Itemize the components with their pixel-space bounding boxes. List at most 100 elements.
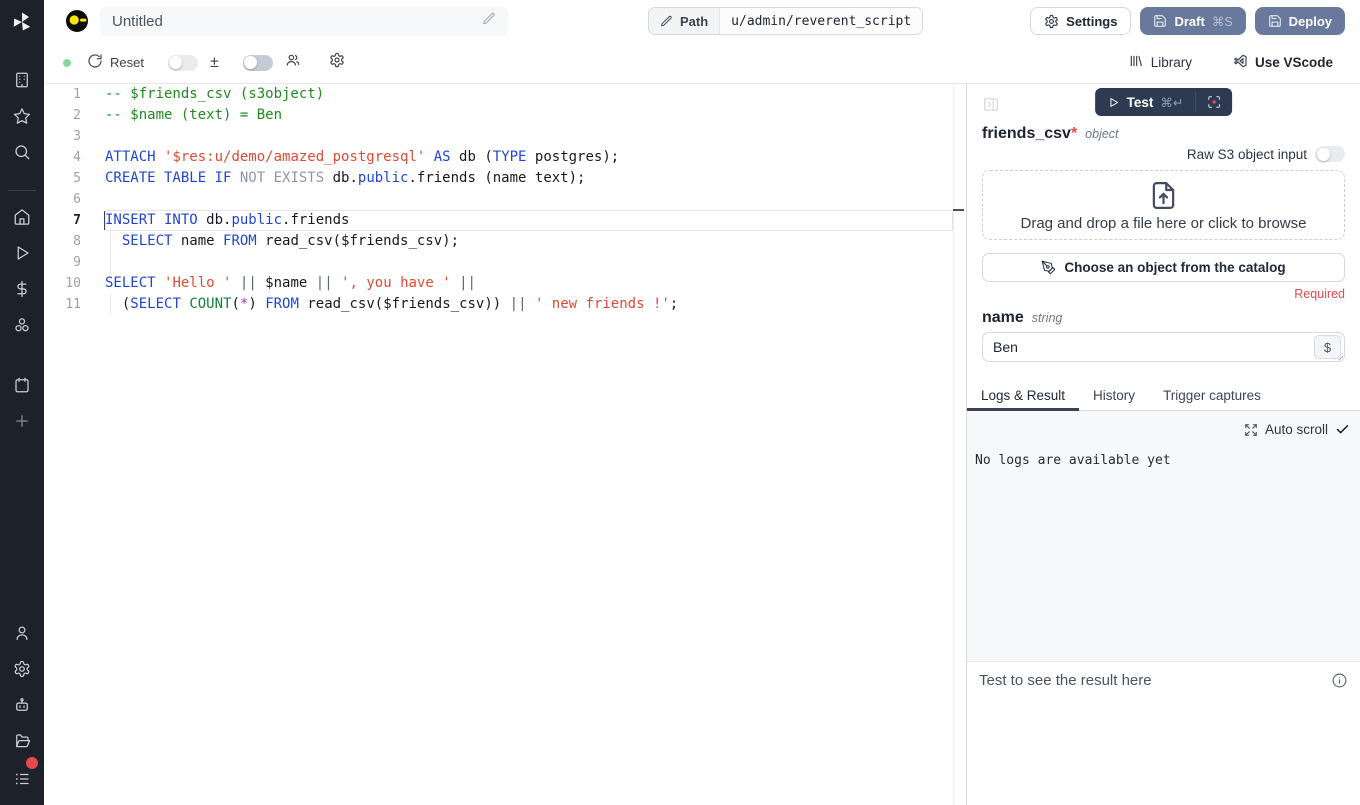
- editor-settings-gear-icon[interactable]: [329, 52, 345, 73]
- raw-s3-toggle[interactable]: [1315, 146, 1345, 162]
- tab-logs-result[interactable]: Logs & Result: [967, 388, 1079, 410]
- home-icon[interactable]: [13, 208, 31, 226]
- line-number: 1: [44, 84, 105, 105]
- code-line[interactable]: 6: [44, 189, 966, 210]
- code-line[interactable]: 10SELECT 'Hello ' || $name || ', you hav…: [44, 273, 966, 294]
- tab-trigger-captures[interactable]: Trigger captures: [1149, 388, 1275, 410]
- choose-object-button[interactable]: Choose an object from the catalog: [982, 253, 1345, 282]
- users-icon[interactable]: [285, 52, 301, 73]
- user-icon[interactable]: [13, 624, 31, 642]
- code-text: SELECT 'Hello ' || $name || ', you have …: [105, 273, 476, 294]
- code-line[interactable]: 8 SELECT name FROM read_csv($friends_csv…: [44, 231, 966, 252]
- script-title: Untitled: [112, 13, 163, 30]
- editor-overview-ruler[interactable]: [953, 84, 966, 805]
- raw-s3-label: Raw S3 object input: [1187, 147, 1307, 162]
- workspace-icon[interactable]: [13, 71, 31, 89]
- variables-dollar-icon[interactable]: [13, 280, 31, 298]
- code-text: (SELECT COUNT(*) FROM read_csv($friends_…: [105, 294, 678, 315]
- use-vscode-button[interactable]: Use VScode: [1232, 53, 1333, 72]
- code-line[interactable]: 11 (SELECT COUNT(*) FROM read_csv($frien…: [44, 294, 966, 315]
- main-area: Untitled Path u/admin/reverent_script Se…: [44, 0, 1360, 805]
- content-area: 1-- $friends_csv (s3object)2-- $name (te…: [44, 84, 1360, 805]
- tab-history[interactable]: History: [1079, 388, 1149, 410]
- capture-test-icon[interactable]: [1196, 88, 1232, 116]
- choose-object-label: Choose an object from the catalog: [1064, 260, 1285, 275]
- library-button[interactable]: Library: [1128, 53, 1192, 72]
- auto-scroll-control[interactable]: Auto scroll: [1244, 422, 1350, 437]
- favorites-star-icon[interactable]: [13, 107, 31, 125]
- vscode-label: Use VScode: [1255, 55, 1333, 70]
- folders-icon[interactable]: [13, 732, 31, 750]
- path-edit-button[interactable]: Path: [649, 8, 719, 34]
- schedules-calendar-icon[interactable]: [13, 376, 31, 394]
- script-title-field[interactable]: Untitled: [100, 6, 508, 36]
- play-icon: [1107, 96, 1120, 109]
- no-logs-text: No logs are available yet: [975, 453, 1171, 468]
- code-line[interactable]: 4ATTACH '$res:u/demo/amazed_postgresql' …: [44, 147, 966, 168]
- code-text: -- $friends_csv (s3object): [105, 84, 324, 105]
- duckdb-language-icon: [65, 9, 89, 33]
- topbar-actions: Settings Draft ⌘S Deploy: [1030, 7, 1345, 35]
- code-line[interactable]: 1-- $friends_csv (s3object): [44, 84, 966, 105]
- add-plus-icon[interactable]: [13, 412, 31, 430]
- audit-logs-list-icon[interactable]: [13, 770, 31, 788]
- arguments-form: friends_csv* object Raw S3 object input …: [967, 120, 1360, 362]
- code-line[interactable]: 3: [44, 126, 966, 147]
- reset-button[interactable]: Reset: [87, 53, 144, 72]
- editor-toolbar: Reset ± Library Use VScode: [44, 42, 1360, 84]
- variable-dollar-button[interactable]: $: [1314, 335, 1341, 359]
- code-text: ATTACH '$res:u/demo/amazed_postgresql' A…: [105, 147, 619, 168]
- right-panel: Test ⌘↵ friends_csv* object: [967, 84, 1360, 805]
- test-button[interactable]: Test ⌘↵: [1095, 88, 1196, 116]
- ai-robot-icon[interactable]: [13, 696, 31, 714]
- settings-label: Settings: [1066, 14, 1117, 29]
- logs-panel: Auto scroll No logs are available yet: [967, 411, 1360, 661]
- app-window: Untitled Path u/admin/reverent_script Se…: [0, 0, 1360, 805]
- checkmark-icon: [1335, 422, 1350, 437]
- diff-toggle[interactable]: [168, 55, 198, 71]
- windmill-logo-icon[interactable]: [10, 10, 34, 34]
- plus-minus-icon[interactable]: ±: [210, 55, 219, 71]
- collapse-panel-icon[interactable]: [981, 96, 1001, 113]
- arg-friends-csv-label-row: friends_csv* object: [982, 125, 1345, 143]
- file-dropzone[interactable]: Drag and drop a file here or click to br…: [982, 170, 1345, 240]
- settings-button[interactable]: Settings: [1030, 7, 1131, 35]
- test-shortcut: ⌘↵: [1160, 95, 1183, 110]
- draft-shortcut: ⌘S: [1212, 14, 1233, 29]
- edit-pencil-icon[interactable]: [482, 12, 496, 31]
- save-icon: [1268, 14, 1282, 28]
- settings-gear-icon[interactable]: [13, 660, 31, 678]
- multiplayer-toggle[interactable]: [243, 55, 273, 71]
- file-upload-icon: [1147, 179, 1180, 212]
- path-value: u/admin/reverent_script: [719, 8, 922, 34]
- required-asterisk: *: [1071, 125, 1077, 142]
- draft-button[interactable]: Draft ⌘S: [1140, 7, 1245, 35]
- arg-type: string: [1032, 311, 1063, 325]
- line-number: 5: [44, 168, 105, 189]
- code-line[interactable]: 2-- $name (text) = Ben: [44, 105, 966, 126]
- code-editor[interactable]: 1-- $friends_csv (s3object)2-- $name (te…: [44, 84, 967, 805]
- line-number: 10: [44, 273, 105, 294]
- draft-label: Draft: [1174, 14, 1204, 29]
- deploy-button[interactable]: Deploy: [1255, 7, 1345, 35]
- status-dot: [63, 59, 71, 67]
- notification-dot: [26, 757, 38, 769]
- cursor-overview-marker: [953, 209, 964, 211]
- runs-play-icon[interactable]: [13, 244, 31, 262]
- text-cursor: [104, 211, 106, 230]
- info-icon[interactable]: [1331, 672, 1348, 689]
- top-bar: Untitled Path u/admin/reverent_script Se…: [44, 0, 1360, 42]
- search-icon[interactable]: [13, 143, 31, 161]
- arg-name-label-row: name string: [982, 309, 1345, 327]
- path-group: Path u/admin/reverent_script: [648, 7, 923, 35]
- path-label: Path: [680, 14, 708, 29]
- raw-s3-row: Raw S3 object input: [982, 146, 1345, 162]
- code-line[interactable]: 9: [44, 252, 966, 273]
- code-line[interactable]: 5CREATE TABLE IF NOT EXISTS db.public.fr…: [44, 168, 966, 189]
- resources-icon[interactable]: [13, 316, 31, 334]
- pen-tool-icon: [1041, 260, 1056, 275]
- code-text: -- $name (text) = Ben: [105, 105, 282, 126]
- toolbar-right: Library Use VScode: [1128, 53, 1333, 72]
- code-line[interactable]: 7INSERT INTO db.public.friends: [44, 210, 966, 231]
- name-input[interactable]: [983, 339, 1314, 355]
